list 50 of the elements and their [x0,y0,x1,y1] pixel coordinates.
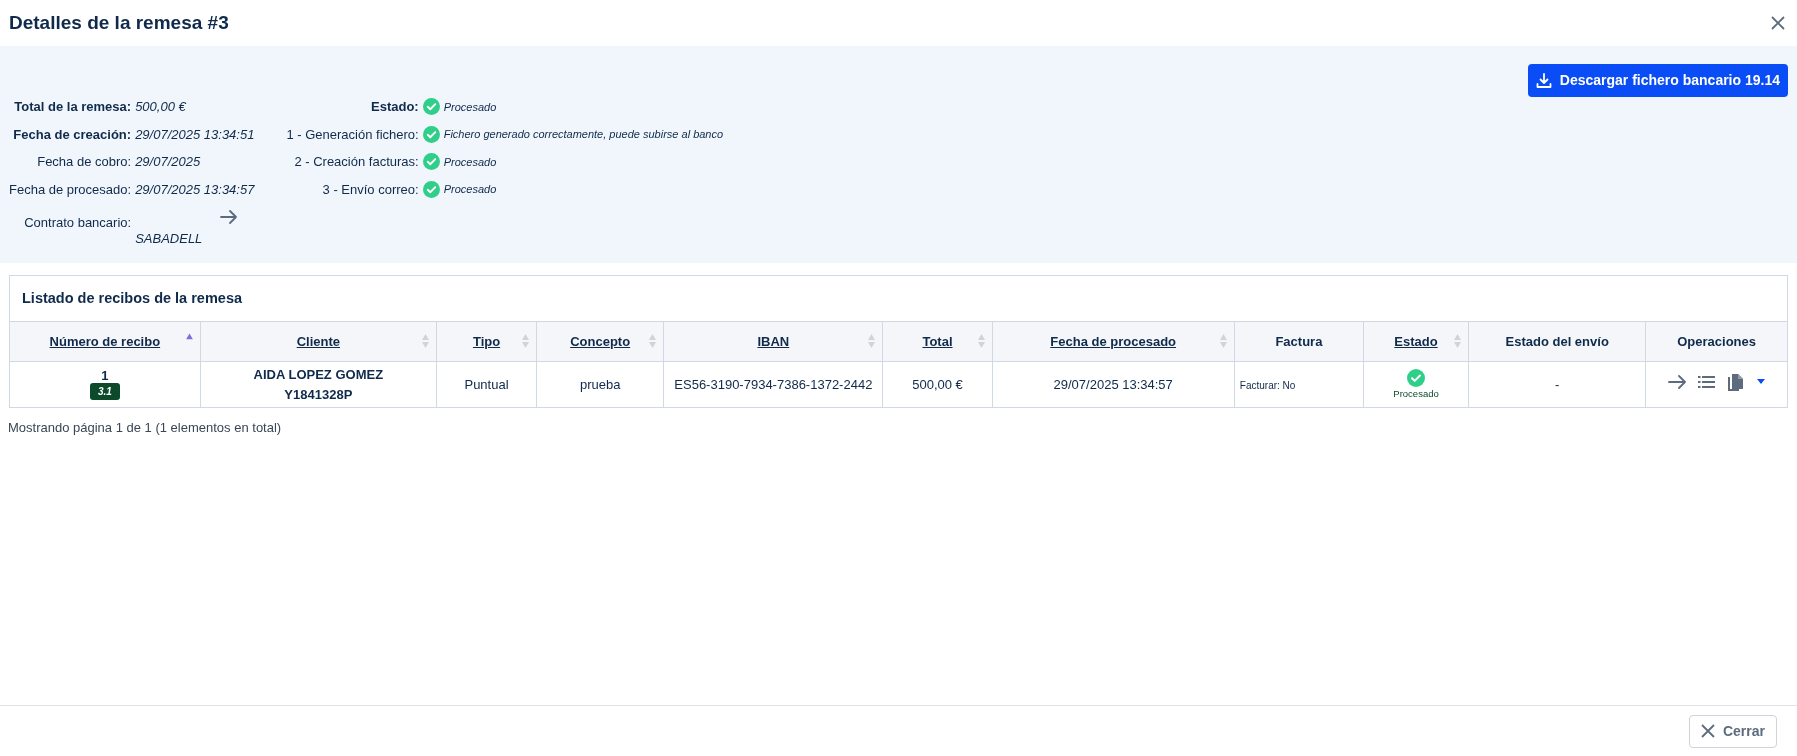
document-icon [1726,372,1744,391]
field-label: 2 - Creación facturas: [293,153,419,171]
field-value: SABADELL [135,230,203,248]
status-text: Fichero generado correctamente, puede subirse al banco [443,127,724,142]
status-text: Procesado [1393,386,1439,401]
field-value: 500,00 € [135,98,186,116]
field-label: 3 - Envío correo: [321,180,419,199]
download-button[interactable]: Descargar fichero bancario 19.14 [1527,64,1788,97]
table-title: Listado de recibos de la remesa [21,288,243,308]
close-icon [1770,15,1786,31]
client-name: AIDA LOPEZ GOMEZ [253,366,384,385]
column-header[interactable]: Total [922,333,953,349]
field-label: 1 - Generación fichero: [286,125,419,144]
column-header[interactable]: Tipo [472,333,501,349]
column-header[interactable]: Estado [1394,333,1438,349]
column-header[interactable]: IBAN [757,333,790,349]
arrow-right-icon [1667,372,1686,391]
field-label: Fecha de creación: [12,125,132,144]
column-header[interactable]: Concepto [570,333,631,349]
field-label: Fecha de cobro: [36,153,132,171]
column-header[interactable]: Cliente [296,333,340,349]
table-cell: Facturar: No [1239,379,1296,391]
pagination-text: Mostrando página 1 de 1 (1 elementos en total) [7,419,283,438]
dialog-title: Detalles de la remesa #3 [9,11,229,35]
receipt-number: 1 [101,369,109,384]
field-label: Contrato bancario: [23,214,132,232]
arrow-right-icon [220,209,239,225]
column-header: Factura [1275,333,1323,349]
field-value: 29/07/2025 13:34:51 [135,125,255,144]
field-label: Estado: [370,98,419,116]
table-cell: - [1555,376,1560,392]
receipt-tag: 3.1 [89,383,120,401]
download-icon [1535,72,1552,89]
close-icon [1700,724,1715,738]
status-text: Procesado [443,154,497,170]
client-id: Y1841328P [284,385,353,404]
status-text: Procesado [443,182,497,197]
status-text: Procesado [443,99,497,115]
table-cell: prueba [579,376,621,392]
field-value: 29/07/2025 13:34:57 [135,180,255,199]
close-dialog-button[interactable]: Cerrar [1688,714,1777,748]
table-cell: 500,00 € [912,376,963,392]
table-cell: 29/07/2025 13:34:57 [1053,376,1173,392]
field-label: Total de la remesa: [13,98,132,116]
table-cell: Puntual [464,376,509,392]
field-label: Fecha de procesado: [9,180,132,199]
column-header: Operaciones [1677,333,1756,349]
field-value: 29/07/2025 [135,153,201,171]
table-cell: ES56-3190-7934-7386-1372-2442 [674,376,873,392]
column-header: Estado del envío [1505,333,1609,349]
